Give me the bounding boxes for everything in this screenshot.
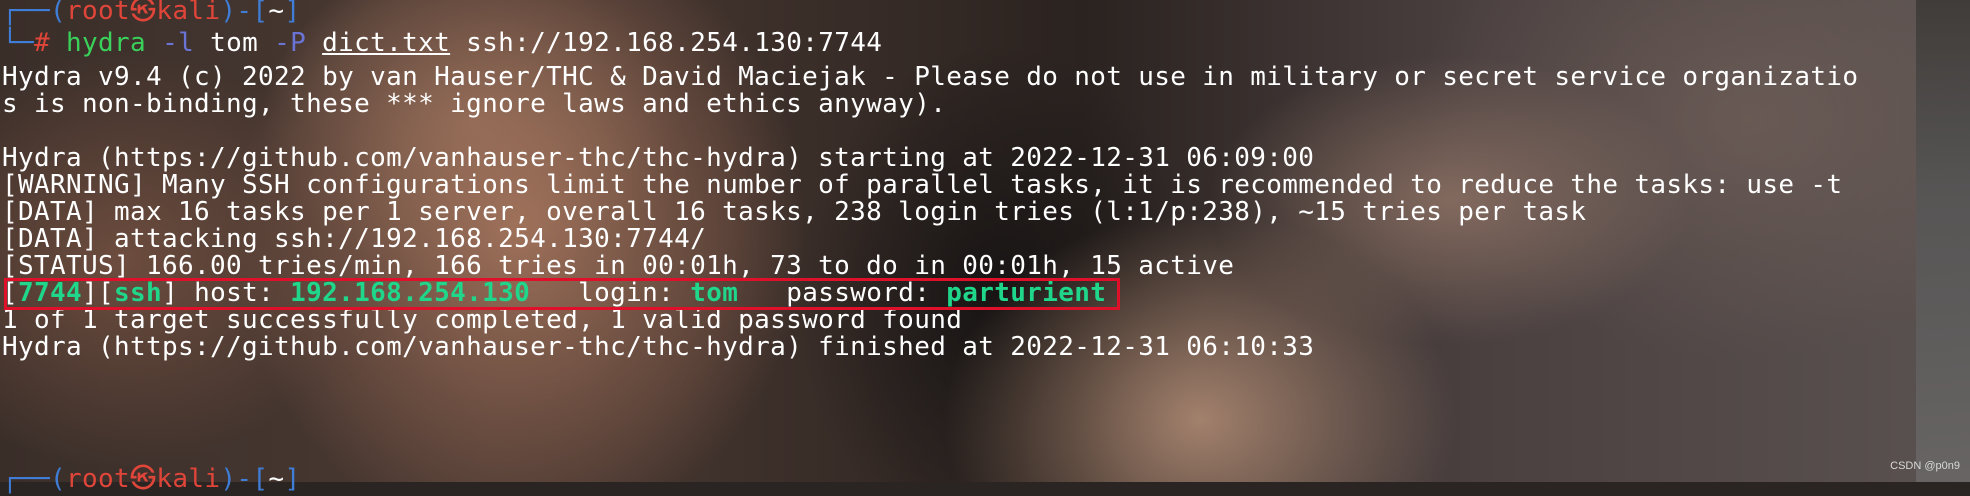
command-name: hydra [66,28,147,58]
flag-passlist: -P [258,28,323,58]
watermark: CSDN @p0n9 [1890,460,1960,472]
prompt-bracket: ] [284,0,301,26]
output-line: s is non-binding, these *** ignore laws … [2,89,947,119]
summary-line: Hydra (https://github.com/vanhauser-thc/… [2,332,1315,362]
prompt-footer: ┌──(root㉿kali)-[~] [2,462,300,496]
command-target: ssh://192.168.254.130:7744 [450,28,883,58]
prompt-bracket: ] [284,464,301,494]
prompt-hash: # [34,28,67,58]
prompt-directory: ~ [268,0,285,26]
prompt-corner: └─ [2,28,35,58]
prompt-header: ┌──(root㉿kali)-[~] [2,0,300,28]
command-line: └─# hydra -l tom -P dict.txt ssh://192.1… [2,26,882,60]
flag-login: -l [146,28,211,58]
terminal-window[interactable]: ┌──(root㉿kali)-[~] └─# hydra -l tom -P d… [0,0,1970,494]
prompt-corner: ┌──( [2,464,67,494]
prompt-corner: ┌──( [2,0,67,26]
prompt-separator: )-[ [220,464,269,494]
command-login: tom [210,28,259,58]
prompt-user: root㉿kali [66,464,221,494]
wordlist-file[interactable]: dict.txt [322,28,450,58]
highlight-box [4,278,1121,310]
prompt-user: root㉿kali [66,0,221,26]
prompt-directory: ~ [268,464,285,494]
prompt-separator: )-[ [220,0,269,26]
